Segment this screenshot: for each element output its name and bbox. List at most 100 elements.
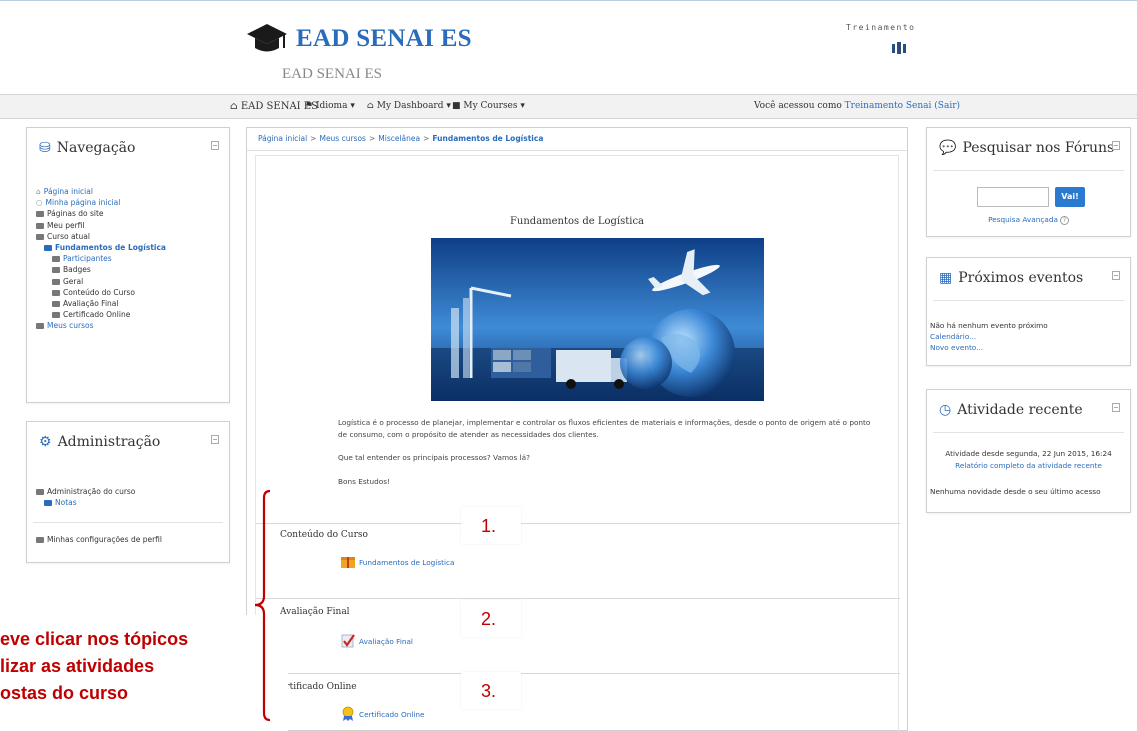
upcoming-events-block: ▦ Próximos eventos Não há nenhum evento … (926, 257, 1131, 366)
callout-number-1: 1. (461, 507, 521, 544)
sitemap-icon: ⛁ (39, 140, 51, 156)
breadcrumb-home[interactable]: Página inicial (258, 134, 307, 143)
collapse-administration-button[interactable] (211, 435, 219, 444)
calendar-link[interactable]: Calendário... (930, 331, 976, 342)
nav-item-home[interactable]: ⌂ Página inicial (36, 186, 166, 197)
full-report-link[interactable]: Relatório completo da atividade recente (927, 460, 1130, 471)
forum-search-input[interactable] (977, 187, 1049, 207)
course-heading: Fundamentos de Logística (509, 216, 645, 227)
nav-item-general[interactable]: Geral (36, 276, 166, 287)
nav-item-my-profile[interactable]: Meu perfil (36, 220, 166, 231)
nav-item-final-exam[interactable]: Avaliação Final (36, 298, 166, 309)
collapse-forum-search-button[interactable] (1112, 141, 1120, 150)
courses-icon: ■ (452, 101, 464, 111)
site-logo[interactable]: EAD SENAI ES (246, 22, 472, 56)
home-icon: ⌂ (36, 187, 41, 196)
breadcrumb-separator: > (368, 134, 376, 143)
nav-item-certificate[interactable]: Certificado Online (36, 309, 166, 320)
nav-dashboard-menu[interactable]: ⌂ My Dashboard ▾ (367, 101, 451, 111)
breadcrumb-current[interactable]: Fundamentos de Logística (432, 134, 543, 143)
nav-item-badges[interactable]: Badges (36, 264, 166, 275)
section-divider (256, 673, 900, 674)
language-icon: ⚑ (305, 101, 316, 111)
nav-courses-menu[interactable]: ■ My Courses ▾ (452, 101, 525, 111)
folder-icon (52, 301, 60, 308)
course-description: Logística é o processo de planejar, impl… (338, 418, 871, 439)
admin-item-profile-settings[interactable]: Minhas configurações de perfil (36, 534, 162, 545)
nav-item-current-course[interactable]: Curso atual (36, 231, 166, 242)
course-content-box: Fundamentos de Logística Logística é o p… (255, 155, 900, 731)
grades-icon (44, 500, 52, 507)
recent-activity-block: ◷ Atividade recente Atividade desde segu… (926, 389, 1131, 513)
nav-language-menu[interactable]: ⚑ Idioma ▾ (305, 101, 355, 111)
breadcrumb-my-courses[interactable]: Meus cursos (319, 134, 366, 143)
block-separator (933, 300, 1124, 301)
nav-item-site-pages[interactable]: Páginas do site (36, 208, 166, 219)
top-border (0, 0, 1137, 1)
collapse-recent-button[interactable] (1112, 403, 1120, 412)
circle-icon: ○ (36, 198, 43, 208)
forum-search-button[interactable]: Vai! (1055, 187, 1085, 207)
navigation-block: ⛁ Navegação ⌂ Página inicial ○ Minha págin… (26, 127, 230, 403)
folder-icon (36, 222, 44, 229)
breadcrumb-separator: > (423, 134, 430, 143)
gears-icon: ⚙ (39, 434, 52, 450)
help-icon[interactable]: ? (1059, 216, 1069, 225)
caret-down-icon: ▾ (347, 101, 355, 111)
nav-item-course[interactable]: Fundamentos de Logística (36, 242, 166, 253)
folder-open-icon (36, 489, 44, 495)
activity-final-exam[interactable]: Avaliação Final (340, 633, 413, 649)
graduation-cap-icon (247, 24, 287, 52)
main-content: Página inicial > Meus cursos > Miscelânea > Fu… (246, 127, 908, 731)
comments-icon: 💬 (939, 140, 957, 156)
administration-tree-profile: Minhas configurações de perfil (36, 534, 162, 545)
user-profile-link[interactable]: Treinamento Senai (845, 101, 932, 111)
block-separator (33, 522, 223, 523)
section-title-certificate: ertificado Online (280, 682, 357, 692)
folder-icon (52, 256, 60, 263)
section-title-content: Conteúdo do Curso (280, 530, 368, 540)
user-avatar-icon[interactable] (889, 40, 909, 56)
admin-item-course-admin[interactable]: Administração do curso (36, 486, 135, 497)
section-divider (256, 598, 900, 599)
user-name[interactable]: Treinamento (846, 23, 915, 32)
breadcrumb: Página inicial > Meus cursos > Miscelânea > Fu… (258, 134, 543, 143)
collapse-navigation-button[interactable] (211, 141, 219, 150)
clock-icon: ◷ (939, 402, 952, 418)
breadcrumb-separator: > (310, 134, 317, 143)
collapse-events-button[interactable] (1112, 271, 1120, 280)
nav-item-my-courses[interactable]: Meus cursos (36, 320, 166, 331)
login-info: Você acessou como Treinamento Senai (Sai… (754, 101, 961, 111)
calendar-icon: ▦ (939, 270, 953, 286)
annotation-line: lizar as atividades (0, 656, 155, 676)
section-divider (256, 523, 900, 524)
logo-text: EAD SENAI ES (296, 25, 472, 52)
caret-down-icon: ▾ (443, 101, 451, 111)
new-event-link[interactable]: Novo evento... (930, 342, 983, 353)
advanced-search-link[interactable]: Pesquisa Avançada? (927, 215, 1130, 225)
no-news-text: Nenhuma novidade desde o seu último aces… (930, 487, 1101, 496)
annotation-line: eve clicar nos tópicos (0, 629, 189, 649)
nav-item-participants[interactable]: Participantes (36, 253, 166, 264)
activity-course-content[interactable]: Fundamentos de Logística (340, 554, 455, 570)
navigation-tree: ⌂ Página inicial ○ Minha página inicial Pá… (36, 186, 166, 332)
block-separator (933, 170, 1124, 171)
certificate-badge-icon (342, 706, 354, 721)
folder-icon (52, 312, 60, 319)
forum-search-block: 💬 Pesquisar nos Fóruns Vai! Pesquisa Ava… (926, 127, 1131, 237)
folder-icon (36, 323, 44, 330)
breadcrumb-category[interactable]: Miscelânea (378, 134, 420, 143)
dashboard-icon: ⌂ (367, 101, 377, 111)
folder-open-icon (36, 233, 44, 240)
upcoming-events-title: ▦ Próximos eventos (939, 270, 1084, 286)
nav-item-course-content[interactable]: Conteúdo do Curso (36, 287, 166, 298)
nav-item-my-home[interactable]: ○ Minha página inicial (36, 197, 166, 208)
activity-certificate[interactable]: Certificado Online (340, 706, 425, 722)
admin-item-grades[interactable]: Notas (36, 497, 135, 508)
administration-tree: Administração do curso Notas (36, 486, 135, 508)
logout-link[interactable]: (Sair) (934, 101, 960, 111)
no-events-text: Não há nenhum evento próximo (930, 321, 1048, 330)
annotation-text: eve clicar nos tópicos lizar as atividad… (0, 626, 188, 707)
quiz-checkmark-icon (341, 634, 355, 648)
recent-activity-title: ◷ Atividade recente (939, 402, 1083, 418)
